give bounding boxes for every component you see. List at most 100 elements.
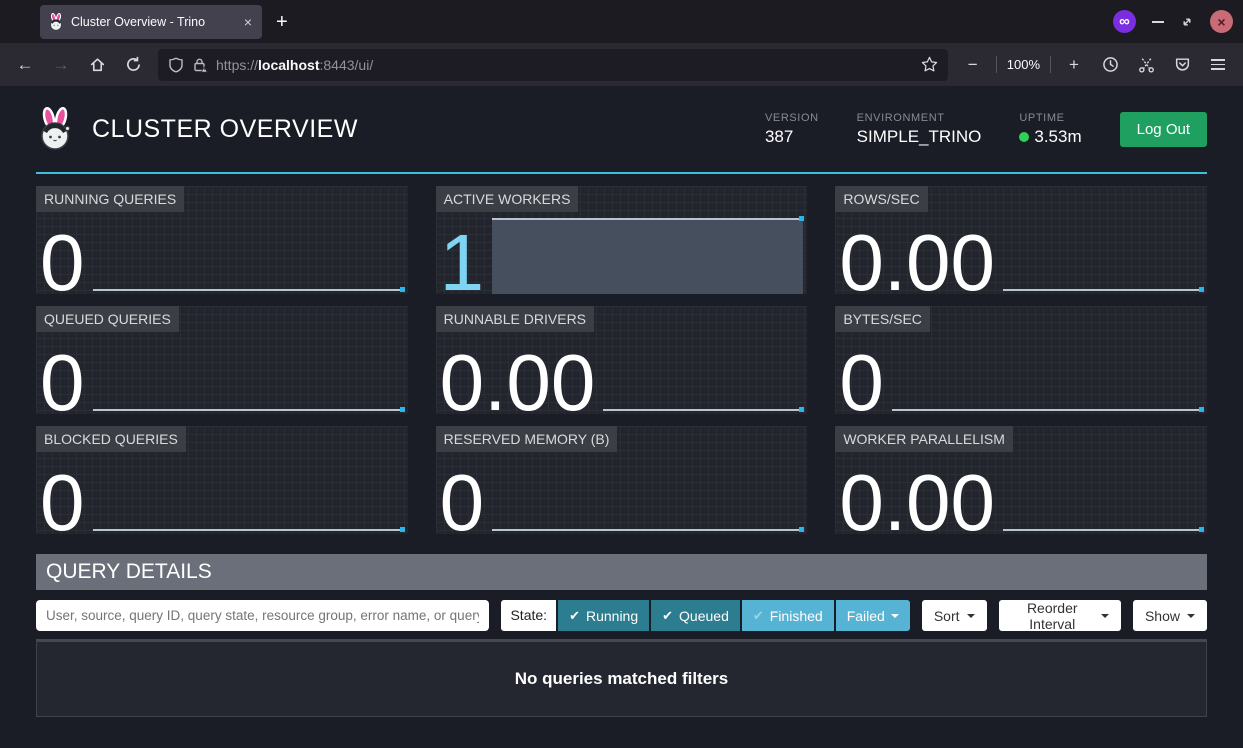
stat-card-active-workers: ACTIVE WORKERS 1 xyxy=(436,186,808,294)
sparkline-chart xyxy=(93,452,406,534)
show-dropdown-button[interactable]: Show xyxy=(1133,600,1207,631)
stat-label: QUEUED QUERIES xyxy=(36,306,179,332)
stat-card-runnable-drivers: RUNNABLE DRIVERS 0.00 xyxy=(436,306,808,414)
chevron-down-icon xyxy=(967,614,975,618)
zoom-out-button[interactable]: − xyxy=(958,50,988,80)
close-window-button[interactable]: × xyxy=(1210,10,1233,33)
environment-value: SIMPLE_TRINO xyxy=(857,127,982,147)
state-filter-group: State: ✔ Running ✔ Queued ✔ Finished Fai… xyxy=(501,600,909,631)
sparkline-chart xyxy=(603,332,805,414)
url-text: https://localhost:8443/ui/ xyxy=(216,57,373,73)
query-details-section-header: QUERY DETAILS xyxy=(36,554,1207,590)
query-filter-toolbar: State: ✔ Running ✔ Queued ✔ Finished Fai… xyxy=(36,600,1207,631)
stat-card-rows-sec: ROWS/SEC 0.00 xyxy=(835,186,1207,294)
tab-close-icon[interactable]: × xyxy=(242,14,254,30)
sort-dropdown-button[interactable]: Sort xyxy=(922,600,987,631)
chevron-down-icon xyxy=(891,614,899,618)
back-button[interactable]: ← xyxy=(10,50,40,80)
stat-value: 0.00 xyxy=(839,232,1003,294)
chevron-down-icon xyxy=(1101,614,1109,618)
stat-label: WORKER PARALLELISM xyxy=(835,426,1013,452)
stat-card-running-queries: RUNNING QUERIES 0 xyxy=(36,186,408,294)
pocket-save-icon[interactable] xyxy=(1167,50,1197,80)
browser-toolbar: ← → https://localhost:8443/ui/ xyxy=(0,43,1243,86)
stat-label: BYTES/SEC xyxy=(835,306,930,332)
stat-value: 0 xyxy=(440,472,493,534)
tracking-protection-shield-icon[interactable] xyxy=(168,57,184,73)
zoom-level-button[interactable]: 100% xyxy=(1005,57,1042,72)
trino-favicon-icon xyxy=(48,13,64,31)
insecure-lock-icon[interactable] xyxy=(192,57,208,73)
check-icon: ✔ xyxy=(662,608,673,624)
stat-value: 0 xyxy=(40,232,93,294)
chevron-down-icon xyxy=(1187,614,1195,618)
check-icon: ✔ xyxy=(753,608,764,624)
sparkline-chart xyxy=(93,332,406,414)
query-results-empty-panel: No queries matched filters xyxy=(36,639,1207,717)
sparkline-chart xyxy=(892,332,1205,414)
stat-label: RUNNABLE DRIVERS xyxy=(436,306,594,332)
version-value: 387 xyxy=(765,127,819,147)
sparkline-chart xyxy=(492,212,805,294)
empty-message: No queries matched filters xyxy=(515,669,729,689)
cluster-meta: VERSION 387 ENVIRONMENT SIMPLE_TRINO UPT… xyxy=(765,112,1207,147)
stat-value: 0 xyxy=(40,472,93,534)
uptime-value: 3.53m xyxy=(1019,127,1081,147)
zoom-in-button[interactable]: + xyxy=(1059,50,1089,80)
url-bar[interactable]: https://localhost:8443/ui/ xyxy=(158,49,948,81)
environment-label: ENVIRONMENT xyxy=(857,112,982,124)
state-filter-queued[interactable]: ✔ Queued xyxy=(651,600,740,631)
version-label: VERSION xyxy=(765,112,819,124)
sparkline-chart xyxy=(1003,452,1205,534)
stat-label: ROWS/SEC xyxy=(835,186,927,212)
stat-card-worker-parallelism: WORKER PARALLELISM 0.00 xyxy=(835,426,1207,534)
stats-grid: RUNNING QUERIES 0 ACTIVE WORKERS 1 ROWS/… xyxy=(36,186,1207,534)
stat-label: RESERVED MEMORY (B) xyxy=(436,426,618,452)
screenshot-scissors-icon[interactable] xyxy=(1131,50,1161,80)
stat-card-blocked-queries: BLOCKED QUERIES 0 xyxy=(36,426,408,534)
trino-cluster-overview-page: CLUSTER OVERVIEW VERSION 387 ENVIRONMENT… xyxy=(0,86,1243,748)
bookmark-star-icon[interactable] xyxy=(921,56,938,73)
reorder-interval-dropdown-button[interactable]: Reorder Interval xyxy=(999,600,1121,631)
toolbar-separator xyxy=(1050,56,1051,73)
stat-value: 0 xyxy=(40,352,93,414)
browser-tab[interactable]: Cluster Overview - Trino × xyxy=(40,5,262,39)
stat-card-bytes-sec: BYTES/SEC 0 xyxy=(835,306,1207,414)
sparkline-chart xyxy=(1003,212,1205,294)
restore-window-button[interactable] xyxy=(1180,15,1194,29)
stat-label: RUNNING QUERIES xyxy=(36,186,184,212)
logout-button[interactable]: Log Out xyxy=(1120,112,1207,147)
toolbar-separator xyxy=(996,56,997,73)
query-search-input[interactable] xyxy=(36,600,489,631)
window-controls: ∞ × xyxy=(1113,10,1243,33)
page-title: CLUSTER OVERVIEW xyxy=(92,115,358,144)
stat-value: 0.00 xyxy=(839,472,1003,534)
state-filter-label: State: xyxy=(501,600,556,631)
state-filter-failed-dropdown[interactable]: Failed xyxy=(836,600,910,631)
stat-value: 0 xyxy=(839,352,892,414)
trino-logo xyxy=(36,107,74,151)
uptime-label: UPTIME xyxy=(1019,112,1081,124)
browser-tab-bar: Cluster Overview - Trino × + ∞ × xyxy=(0,0,1243,43)
sparkline-chart xyxy=(492,452,805,534)
new-tab-button[interactable]: + xyxy=(276,12,288,32)
uptime-info: UPTIME 3.53m xyxy=(1019,112,1081,147)
reload-button[interactable] xyxy=(118,50,148,80)
stat-value: 0.00 xyxy=(440,352,604,414)
page-header: CLUSTER OVERVIEW VERSION 387 ENVIRONMENT… xyxy=(36,86,1207,174)
tab-title: Cluster Overview - Trino xyxy=(71,15,235,29)
environment-info: ENVIRONMENT SIMPLE_TRINO xyxy=(857,112,982,147)
history-clock-icon[interactable] xyxy=(1095,50,1125,80)
forward-button: → xyxy=(46,50,76,80)
home-button[interactable] xyxy=(82,50,112,80)
state-filter-running[interactable]: ✔ Running xyxy=(558,600,649,631)
stat-label: BLOCKED QUERIES xyxy=(36,426,186,452)
check-icon: ✔ xyxy=(569,608,580,624)
stat-card-queued-queries: QUEUED QUERIES 0 xyxy=(36,306,408,414)
stat-value: 1 xyxy=(440,232,493,294)
state-filter-finished[interactable]: ✔ Finished xyxy=(742,600,834,631)
version-info: VERSION 387 xyxy=(765,112,819,147)
minimize-button[interactable] xyxy=(1152,21,1164,23)
menu-hamburger-icon[interactable] xyxy=(1203,50,1233,80)
private-browsing-mask-icon: ∞ xyxy=(1113,10,1136,33)
